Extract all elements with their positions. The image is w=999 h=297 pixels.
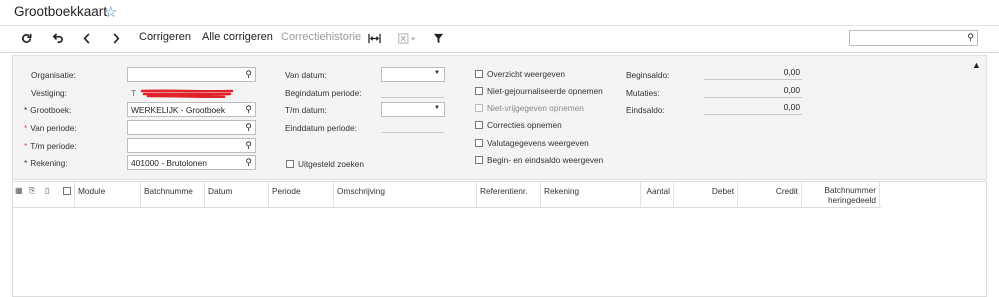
include-unposted-label: Niet-gejournaliseerde opnemen [487, 86, 603, 96]
show-balances-label: Begin- en eindsaldo weergeven [487, 155, 604, 165]
undo-icon[interactable] [49, 30, 65, 46]
postponed-search-checkbox[interactable] [286, 160, 294, 168]
to-date-field[interactable]: ▼ [381, 102, 445, 117]
collapse-triangle-icon[interactable]: ▲ [972, 60, 981, 70]
show-overview-checkbox[interactable] [475, 70, 483, 78]
search-icon[interactable]: ⚲ [245, 104, 252, 115]
period-start-label: Begindatum periode: [285, 88, 362, 98]
col-period[interactable]: Periode [269, 182, 334, 208]
title-bar: Grootboekkaart ☆ [0, 0, 999, 26]
results-grid: ▦ ⎘ ▯ Module Batchnumme Datum Periode Om… [12, 181, 987, 297]
search-icon[interactable]: ⚲ [245, 69, 252, 80]
chevron-left-icon[interactable] [79, 30, 95, 46]
include-unreleased-checkbox[interactable] [475, 104, 483, 112]
chevron-right-icon[interactable] [108, 30, 124, 46]
select-all-checkbox[interactable] [63, 187, 71, 195]
star-icon[interactable]: ☆ [104, 3, 117, 21]
organisation-field[interactable]: ⚲ [127, 67, 256, 82]
col-reference[interactable]: Referentienr. [477, 182, 541, 208]
ledger-field[interactable]: WERKELIJK - Grootboek ⚲ [127, 102, 256, 117]
show-overview-label: Overzicht weergeven [487, 69, 565, 79]
correct-button[interactable]: Corrigeren [139, 31, 191, 43]
correction-history-button[interactable]: Correctiehistorie [281, 31, 361, 43]
include-corrections-label: Correcties opnemen [487, 120, 562, 130]
grid-header: ▦ ⎘ ▯ Module Batchnumme Datum Periode Om… [13, 182, 881, 208]
redaction-scribble [140, 89, 234, 98]
from-date-label: Van datum: [285, 70, 327, 80]
to-period-label: * T/m periode: [24, 141, 77, 151]
chevron-down-icon[interactable]: ▼ [434, 70, 440, 76]
search-icon[interactable]: ⚲ [245, 157, 252, 168]
col-description[interactable]: Omschrijving [334, 182, 477, 208]
page-title: Grootboekkaart [14, 4, 108, 19]
period-end-label: Einddatum periode: [285, 123, 357, 133]
branch-label: Vestiging: [31, 88, 67, 98]
filter-icon[interactable] [430, 30, 446, 46]
ledger-label: * Grootboek: [24, 105, 72, 115]
postponed-search-label: Uitgesteld zoeken [298, 159, 364, 169]
toolbar-divider [0, 52, 999, 53]
col-reclassified-batch[interactable]: Batchnummer heringedeeld [802, 182, 880, 208]
search-icon[interactable]: ⚲ [245, 122, 252, 133]
begin-balance-label: Beginsaldo: [626, 70, 670, 80]
col-date[interactable]: Datum [205, 182, 269, 208]
period-start-value [382, 85, 444, 98]
chevron-down-icon[interactable]: ▼ [434, 105, 440, 111]
toolbar-search-input[interactable]: ⚲ [849, 30, 978, 46]
col-account[interactable]: Rekening [541, 182, 641, 208]
include-corrections-checkbox[interactable] [475, 121, 483, 129]
account-field[interactable]: 401000 - Brutolonen ⚲ [127, 155, 256, 170]
to-period-field[interactable]: ⚲ [127, 138, 256, 153]
organisation-label: Organisatie: [31, 70, 76, 80]
col-debit[interactable]: Debet [674, 182, 738, 208]
col-batch-number[interactable]: Batchnumme [141, 182, 205, 208]
from-date-field[interactable]: ▼ [381, 67, 445, 82]
show-currency-checkbox[interactable] [475, 139, 483, 147]
grid-settings-icon[interactable]: ▦ [15, 186, 23, 195]
from-period-label: * Van periode: [24, 123, 77, 133]
account-label: * Rekening: [24, 158, 68, 168]
end-balance-value: 0,00 [704, 102, 802, 115]
end-balance-label: Eindsaldo: [626, 105, 665, 115]
attachment-icon[interactable]: ⎘ [29, 186, 35, 196]
mutations-label: Mutaties: [626, 88, 660, 98]
note-icon[interactable]: ▯ [45, 186, 49, 195]
col-quantity[interactable]: Aantal [641, 182, 674, 208]
to-date-label: T/m datum: [285, 105, 327, 115]
search-icon[interactable]: ⚲ [967, 32, 974, 43]
excel-export-icon[interactable] [396, 30, 418, 46]
refresh-icon[interactable] [18, 30, 34, 46]
show-currency-label: Valutagegevens weergeven [487, 138, 589, 148]
search-icon[interactable]: ⚲ [245, 140, 252, 151]
begin-balance-value: 0,00 [704, 67, 802, 80]
show-balances-checkbox[interactable] [475, 156, 483, 164]
mutations-value: 0,00 [704, 85, 802, 98]
col-credit[interactable]: Credit [738, 182, 802, 208]
col-module[interactable]: Module [74, 182, 141, 208]
correct-all-button[interactable]: Alle corrigeren [202, 31, 273, 43]
period-end-value [382, 120, 444, 133]
include-unreleased-label: Niet-vrijgegeven opnemen [487, 103, 584, 113]
include-unposted-checkbox[interactable] [475, 87, 483, 95]
fit-columns-icon[interactable] [366, 30, 382, 46]
from-period-field[interactable]: ⚲ [127, 120, 256, 135]
